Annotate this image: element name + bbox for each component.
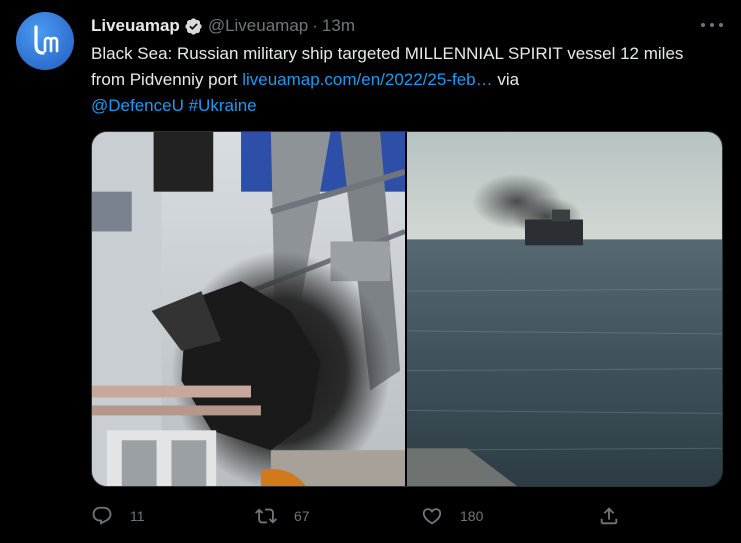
hashtag-link[interactable]: #Ukraine (189, 96, 257, 115)
tweet-time[interactable]: 13m (322, 16, 355, 36)
share-icon (600, 507, 618, 525)
retweet-count: 67 (294, 508, 310, 524)
separator-dot: · (312, 16, 318, 35)
reply-count: 11 (130, 508, 145, 524)
reply-icon (92, 506, 112, 525)
tweet-text: Black Sea: Russian military ship targete… (91, 41, 711, 119)
verified-badge-icon (184, 17, 203, 36)
more-options-icon[interactable] (701, 16, 723, 34)
media-grid (91, 131, 723, 487)
liveuamap-logo-icon (34, 25, 59, 55)
mention-link[interactable]: @DefenceU (91, 96, 184, 115)
tweet-actions: 11 67 180 (91, 503, 721, 529)
damaged-ship-hull-photo[interactable] (92, 132, 407, 486)
tweet[interactable]: Liveuamap @Liveuamap · 13m Black Sea: Ru… (0, 0, 741, 543)
tweet-header: Liveuamap @Liveuamap · 13m (91, 15, 355, 37)
share-button[interactable] (598, 503, 620, 529)
heart-icon (422, 508, 442, 525)
retweet-button[interactable]: 67 (255, 503, 310, 529)
like-count: 180 (460, 508, 484, 524)
burning-ship-at-sea-photo[interactable] (407, 132, 722, 486)
author-handle[interactable]: @Liveuamap (208, 16, 308, 36)
avatar[interactable] (16, 12, 74, 70)
article-link[interactable]: liveuamap.com/en/2022/25-feb… (242, 70, 492, 89)
via-text: via (492, 70, 520, 89)
display-name[interactable]: Liveuamap (91, 16, 180, 36)
retweet-icon (255, 508, 277, 524)
reply-button[interactable]: 11 (91, 503, 145, 529)
like-button[interactable]: 180 (421, 503, 483, 529)
